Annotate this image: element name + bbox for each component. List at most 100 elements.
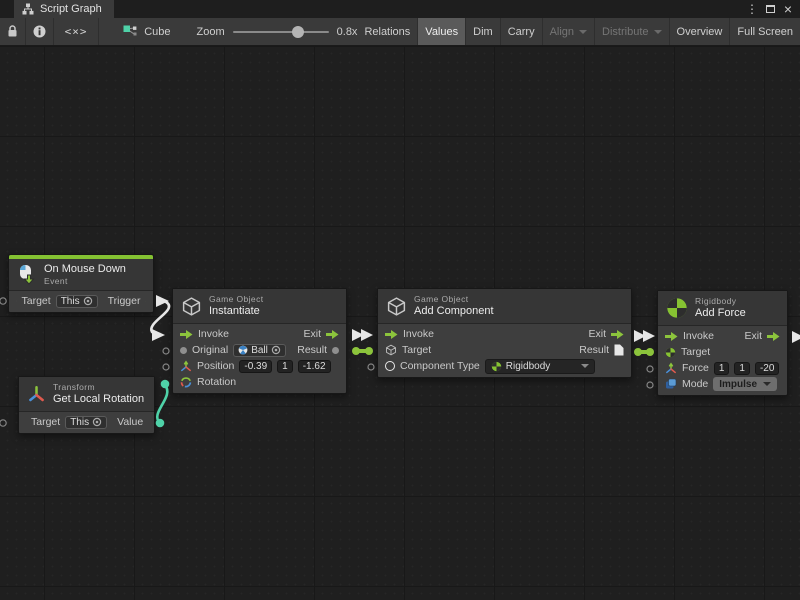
port-label-exit: Exit: [744, 330, 762, 342]
port-label-rotation: Rotation: [197, 376, 236, 388]
node-header: Transform Get Local Rotation: [19, 377, 154, 412]
force-z-input[interactable]: -20: [755, 362, 779, 375]
align-button[interactable]: Align: [543, 18, 595, 45]
node-add-force[interactable]: Rigidbody Add Force Invoke Exit: [657, 290, 788, 396]
port-label-target: Target: [402, 344, 431, 356]
flow-wire-arrow: [643, 330, 655, 342]
port-label-exit: Exit: [588, 328, 606, 340]
object-picker-icon[interactable]: [92, 417, 102, 427]
overview-button[interactable]: Overview: [670, 18, 731, 45]
zoom-value: 0.8x: [337, 26, 358, 38]
port-label-position: Position: [197, 360, 234, 372]
node-header: Rigidbody Add Force: [658, 291, 787, 326]
flow-wire-arrow: [792, 331, 800, 343]
relations-button[interactable]: Relations: [357, 18, 418, 45]
game-object-icon: [16, 295, 17, 307]
node-header: Game Object Add Component: [378, 289, 631, 324]
port-label-invoke: Invoke: [403, 328, 434, 340]
tab-script-graph[interactable]: Script Graph: [14, 0, 114, 18]
value-wire-endpoint: [161, 380, 170, 389]
node-context: Game Object: [209, 294, 263, 304]
code-view-button[interactable]: <×>: [54, 18, 99, 45]
flow-arrow-icon[interactable]: [326, 330, 339, 339]
port-circle[interactable]: [368, 364, 374, 370]
mouse-down-icon: [17, 264, 37, 285]
caret-down-icon: [763, 382, 771, 386]
graph-asset-icon: [123, 25, 138, 38]
component-type-dropdown[interactable]: Rigidbody: [485, 359, 595, 374]
position-z-input[interactable]: -1.62: [298, 360, 331, 373]
position-y-input[interactable]: 1: [277, 360, 293, 373]
rigidbody-icon: [665, 347, 676, 358]
mode-dropdown[interactable]: Impulse: [713, 377, 777, 391]
node-add-component[interactable]: Game Object Add Component Invoke Exit: [377, 288, 632, 378]
value-wire-endpoint: [646, 348, 654, 356]
force-axis-icon: [665, 362, 677, 374]
tab-title: Script Graph: [40, 3, 102, 15]
maximize-button[interactable]: [762, 1, 778, 17]
flow-arrow-icon[interactable]: [145, 297, 146, 306]
port-label-result: Result: [297, 344, 327, 356]
dim-button[interactable]: Dim: [466, 18, 501, 45]
flow-arrow-icon[interactable]: [767, 332, 780, 341]
node-title: On Mouse Down: [44, 263, 126, 276]
node-title: Add Component: [414, 305, 494, 318]
object-picker-icon[interactable]: [83, 296, 93, 306]
node-get-local-rotation[interactable]: Transform Get Local Rotation Target This: [18, 376, 155, 434]
game-object-icon: [385, 344, 397, 356]
port-circle[interactable]: [647, 366, 653, 372]
flow-wire-arrow: [361, 329, 373, 341]
document-icon[interactable]: [614, 344, 624, 356]
window-menu-button[interactable]: ⋮: [744, 1, 760, 17]
flow-arrow-icon[interactable]: [611, 330, 624, 339]
port-circle[interactable]: [647, 382, 653, 388]
lock-icon: [7, 25, 18, 38]
port-label-target: Target: [22, 295, 51, 307]
position-x-input[interactable]: -0.39: [239, 360, 272, 373]
transform-icon: [27, 385, 46, 404]
fullscreen-button[interactable]: Full Screen: [730, 18, 800, 45]
value-port-icon[interactable]: [332, 347, 339, 354]
type-port-icon[interactable]: [385, 361, 395, 371]
target-this-chip[interactable]: This: [56, 295, 98, 308]
zoom-slider[interactable]: [233, 31, 329, 33]
flow-arrow-icon[interactable]: [385, 330, 398, 339]
info-button[interactable]: [26, 18, 54, 45]
port-circle[interactable]: [0, 420, 6, 426]
node-title: Get Local Rotation: [53, 393, 144, 406]
lock-button[interactable]: [0, 18, 26, 45]
flow-arrow-icon[interactable]: [180, 330, 193, 339]
distribute-button[interactable]: Distribute: [595, 18, 669, 45]
force-x-input[interactable]: 1: [714, 362, 730, 375]
port-label-trigger: Trigger: [108, 295, 141, 307]
value-wire-endpoint: [365, 347, 373, 355]
flow-arrow-icon[interactable]: [665, 332, 678, 341]
graph-canvas[interactable]: On Mouse Down Event Target This: [0, 46, 800, 600]
close-button[interactable]: ×: [780, 1, 796, 17]
node-instantiate[interactable]: Game Object Instantiate Invoke Exit Orig: [172, 288, 347, 394]
force-y-input[interactable]: 1: [734, 362, 750, 375]
port-circle[interactable]: [163, 364, 169, 370]
graph-reference[interactable]: Cube: [123, 18, 170, 45]
zoom-slider-handle[interactable]: [292, 26, 304, 38]
port-label-exit: Exit: [303, 328, 321, 340]
port-circle[interactable]: [0, 298, 6, 304]
port-circle[interactable]: [163, 348, 169, 354]
flow-wire-arrow: [156, 295, 169, 307]
enum-icon: [665, 378, 677, 390]
zoom-label: Zoom: [197, 26, 225, 38]
game-object-icon: [386, 296, 407, 317]
node-on-mouse-down[interactable]: On Mouse Down Event Target This: [8, 254, 154, 313]
value-wire-endpoint: [156, 419, 165, 428]
original-ball-chip[interactable]: Ball: [233, 344, 286, 357]
graph-icon: [22, 3, 34, 15]
port-label-result: Result: [579, 344, 609, 356]
object-picker-icon[interactable]: [271, 345, 281, 355]
target-this-chip[interactable]: This: [65, 416, 107, 429]
value-port-icon[interactable]: [180, 347, 187, 354]
values-button[interactable]: Values: [418, 18, 466, 45]
rigidbody-icon: [491, 361, 502, 372]
node-subtitle: Event: [44, 276, 126, 286]
carry-button[interactable]: Carry: [501, 18, 543, 45]
flow-wire-arrow: [634, 330, 646, 342]
